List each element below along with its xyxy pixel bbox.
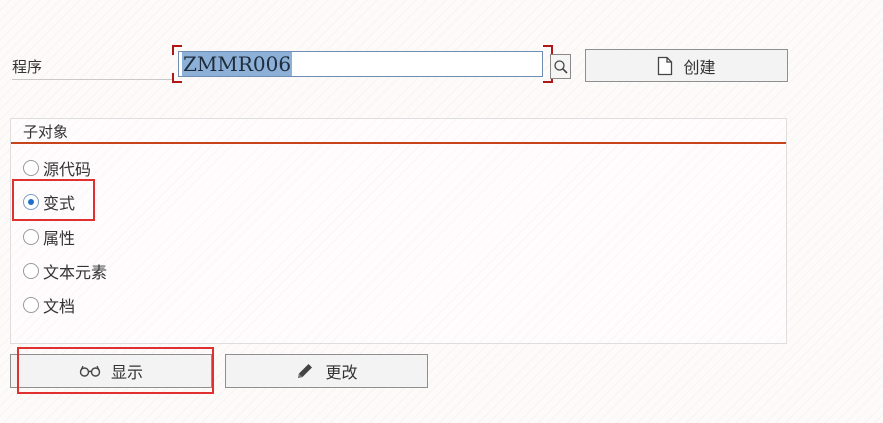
pencil-icon	[298, 364, 313, 378]
display-highlight-box	[17, 347, 214, 394]
radio-documentation[interactable]: 文档	[23, 293, 75, 317]
program-input-frame: ZMMR006	[172, 45, 553, 83]
change-button[interactable]: 更改	[225, 354, 428, 388]
radio-label: 文档	[43, 297, 76, 316]
radio-button[interactable]	[23, 297, 39, 313]
create-button[interactable]: 创建	[585, 49, 788, 82]
program-input[interactable]: ZMMR006	[178, 51, 543, 77]
radio-label: 属性	[43, 229, 76, 248]
subobject-group-title: 子对象	[23, 123, 69, 141]
radio-text-elements[interactable]: 文本元素	[23, 259, 107, 283]
change-button-label: 更改	[325, 363, 358, 382]
radio-source-code[interactable]: 源代码	[23, 156, 91, 180]
radio-attributes[interactable]: 属性	[23, 225, 75, 249]
radio-label: 文本元素	[43, 263, 108, 282]
create-button-label: 创建	[683, 57, 716, 77]
document-icon	[658, 56, 673, 75]
radio-button[interactable]	[23, 263, 39, 279]
program-input-value: ZMMR006	[182, 52, 293, 76]
subobject-group: 子对象 源代码 变式 属性 文本元素 文档	[10, 118, 787, 344]
group-title-underline	[11, 142, 786, 144]
program-label: 程序	[12, 55, 172, 80]
radio-label: 源代码	[43, 160, 92, 179]
radio-button[interactable]	[23, 160, 39, 176]
radio-button[interactable]	[23, 229, 39, 245]
variant-highlight-box	[12, 179, 95, 221]
search-icon	[553, 59, 568, 74]
search-help-button[interactable]	[550, 54, 571, 79]
